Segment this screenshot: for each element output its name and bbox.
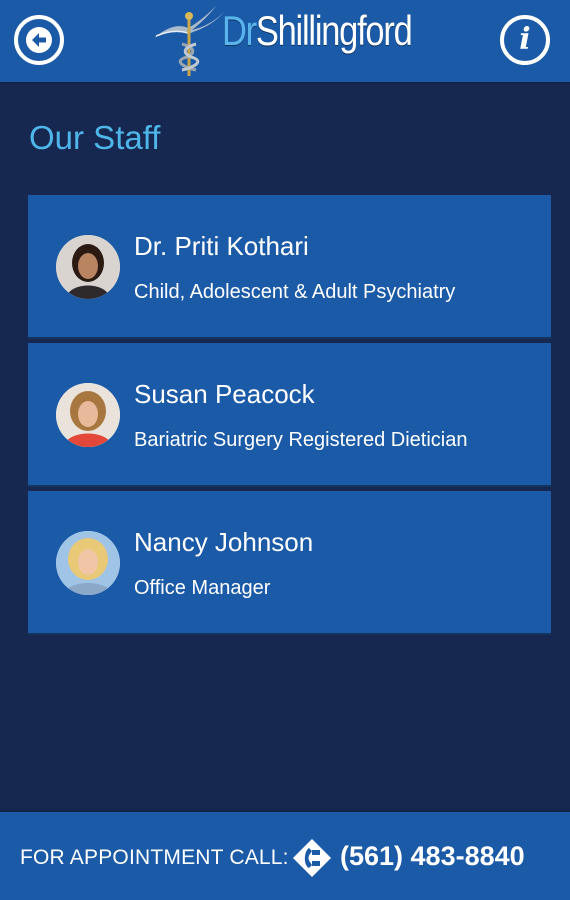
app-header: DrShillingford i [0,0,570,84]
appointment-label: FOR APPOINTMENT CALL: [20,846,289,869]
staff-name: Nancy Johnson [134,527,314,557]
staff-avatar [56,383,120,447]
phone-diamond-icon[interactable] [292,838,332,878]
app-logo: DrShillingford [152,4,422,78]
staff-list: Dr. Priti Kothari Child, Adolescent & Ad… [28,195,551,639]
staff-avatar [56,531,120,595]
caduceus-icon [154,6,224,76]
staff-role: Office Manager [134,577,271,599]
staff-avatar [56,235,120,299]
staff-card[interactable]: Dr. Priti Kothari Child, Adolescent & Ad… [28,195,551,339]
arrow-left-icon [26,27,52,53]
page-title: Our Staff [29,119,161,156]
info-icon: i [519,22,531,57]
staff-role: Child, Adolescent & Adult Psychiatry [134,281,456,303]
info-button[interactable]: i [500,15,550,65]
staff-name: Dr. Priti Kothari [134,231,309,261]
staff-card[interactable]: Susan Peacock Bariatric Surgery Register… [28,343,551,487]
phone-number-link[interactable]: (561) 483-8840 [340,841,525,872]
staff-name: Susan Peacock [134,379,315,409]
staff-card[interactable]: Nancy Johnson Office Manager [28,491,551,635]
appointment-footer: FOR APPOINTMENT CALL: (561) 483-8840 [0,810,570,900]
staff-role: Bariatric Surgery Registered Dietician [134,429,468,451]
back-button[interactable] [14,15,64,65]
logo-text: DrShillingford [222,7,413,54]
